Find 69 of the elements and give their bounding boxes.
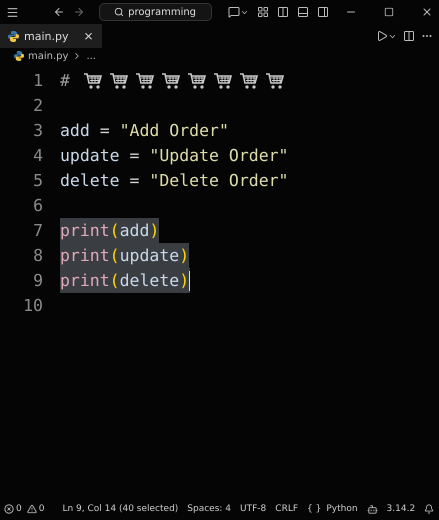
layout-icon[interactable] [256,6,269,18]
close-icon[interactable] [421,6,434,18]
breadcrumb-item[interactable]: main.py [28,50,68,62]
forward-icon[interactable] [72,6,85,18]
cart-icon [160,72,181,90]
sidebar-icon[interactable] [276,6,289,18]
code-token: = [130,171,140,190]
chat-icon[interactable] [228,6,249,18]
python-icon [8,30,19,42]
line-number: 9 [32,271,44,290]
maximize-icon[interactable] [384,7,394,17]
line-number: 3 [32,121,44,140]
panel-icon[interactable] [296,6,309,18]
breadcrumb-item[interactable]: ... [86,50,96,62]
panel-right-icon[interactable] [316,6,329,18]
cart-icon [212,72,233,90]
back-icon[interactable] [52,6,65,18]
code-token: "Update Order" [149,146,288,165]
search-icon [114,7,124,17]
code-token: ) [179,271,190,290]
language-status[interactable]: { } Python [307,504,358,514]
cart-icon [238,72,259,90]
line-number: 1 [32,71,44,90]
line-number: 8 [32,246,44,265]
cart-icon [186,72,207,90]
code-token: print [60,221,110,240]
eol-status[interactable]: CRLF [275,504,298,514]
code-token: "Add Order" [120,121,229,140]
line-number: 4 [32,146,44,165]
code-token: ( [110,271,120,290]
code-token: update [60,146,120,165]
code-token: = [130,146,140,165]
cart-icon [264,72,285,90]
warning-icon[interactable] [26,504,37,514]
warning-count[interactable]: 0 [38,504,44,514]
code-token: print [60,271,110,290]
cart-icon [82,72,103,90]
code-token: # [60,71,70,90]
cart-icon [108,72,129,90]
line-number: 6 [32,196,44,215]
code-token: = [100,121,110,140]
code-token: ) [179,246,190,265]
error-icon[interactable] [4,504,14,514]
line-number: 5 [32,171,44,190]
line-number: 7 [32,221,44,240]
cart-icon [134,72,155,90]
code-token: delete [120,271,180,290]
cursor-position[interactable]: Ln 9, Col 14 (40 selected) [62,504,178,514]
code-token: update [120,246,180,265]
code-token: delete [60,171,120,190]
menu-icon[interactable] [6,6,19,18]
code-token: ) [149,221,160,240]
code-token: add [60,121,90,140]
indentation-status[interactable]: Spaces: 4 [187,504,232,514]
error-count[interactable]: 0 [16,504,22,514]
code-token: ( [110,246,120,265]
line-number: 10 [22,296,44,315]
code-token: ( [110,221,120,240]
python-version[interactable]: 3.14.2 [386,504,416,514]
encoding-status[interactable]: UTF-8 [240,504,266,514]
code-token: print [60,246,110,265]
file-tab[interactable]: main.py × [0,24,102,48]
line-number: 2 [32,96,44,115]
code-token: add [120,221,150,240]
bell-icon[interactable] [424,504,434,514]
python-icon [14,51,24,61]
search-field[interactable]: programming [98,3,212,21]
code-token: "Delete Order" [149,171,288,190]
robot-icon[interactable] [366,504,378,514]
